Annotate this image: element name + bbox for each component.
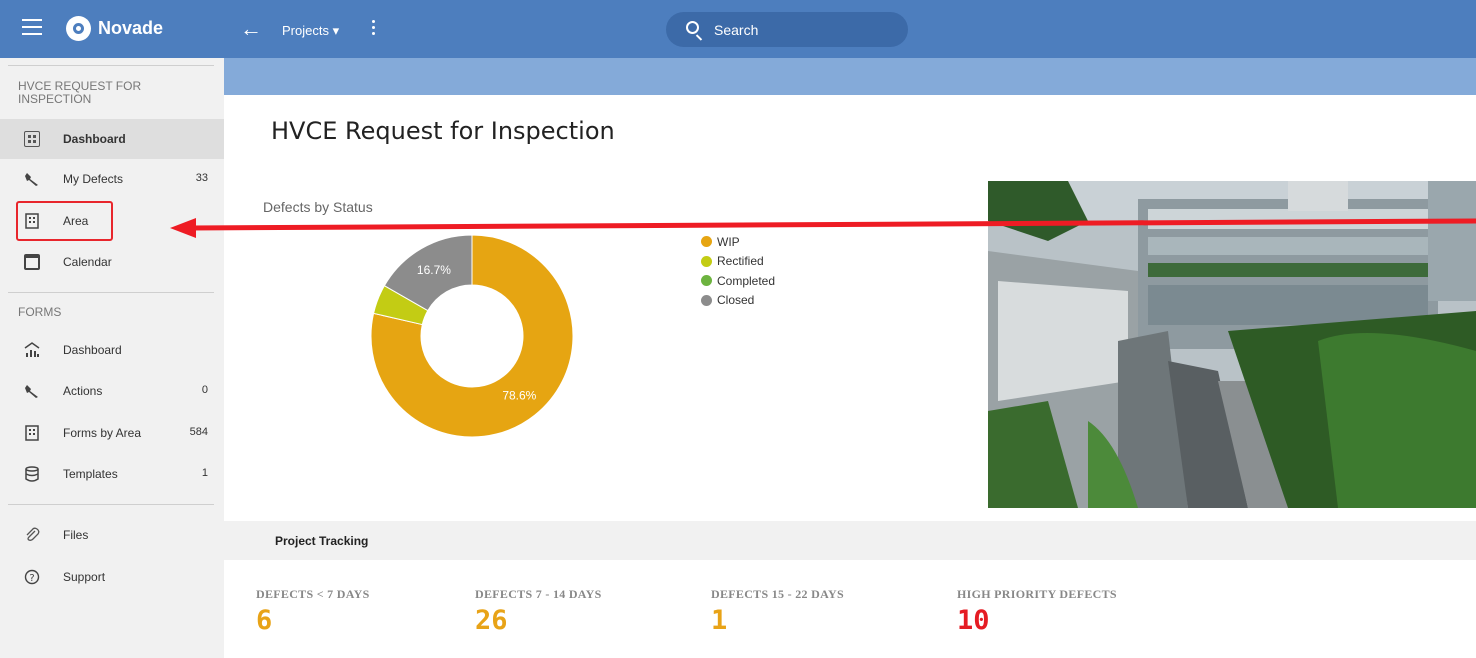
page-title: HVCE Request for Inspection bbox=[271, 117, 615, 145]
metric-defects-7-14-days[interactable]: DEFECTS 7 - 14 DAYS 26 bbox=[475, 587, 602, 636]
sidebar-divider bbox=[8, 292, 214, 293]
sidebar-item-label: Files bbox=[63, 528, 89, 542]
sidebar: HVCE REQUEST FOR INSPECTION Dashboard My… bbox=[0, 58, 224, 658]
sidebar-item-actions[interactable]: Actions 0 bbox=[0, 371, 224, 411]
sidebar-item-templates[interactable]: Templates 1 bbox=[0, 454, 224, 494]
svg-text:?: ? bbox=[29, 573, 34, 584]
paperclip-icon bbox=[24, 527, 40, 543]
sidebar-item-forms-by-area[interactable]: Forms by Area 584 bbox=[0, 413, 224, 453]
dashboard-grid-icon bbox=[24, 131, 40, 147]
back-arrow-icon[interactable]: ← bbox=[240, 18, 262, 40]
sidebar-item-label: Support bbox=[63, 570, 106, 584]
metric-value: 10 bbox=[957, 605, 990, 636]
pie-data-label: 78.6% bbox=[502, 388, 536, 402]
sidebar-item-my-defects[interactable]: My Defects 33 bbox=[0, 159, 224, 199]
sidebar-item-count: 1 bbox=[201, 467, 208, 479]
search-icon bbox=[686, 21, 699, 34]
chart-legend: WIP Rectified Completed Closed bbox=[701, 232, 775, 310]
legend-label: Rectified bbox=[717, 254, 764, 269]
wrench-icon bbox=[24, 171, 40, 187]
wrench-icon bbox=[24, 383, 40, 399]
sidebar-section-title: HVCE REQUEST FOR INSPECTION bbox=[18, 79, 142, 106]
search-input[interactable]: Search bbox=[666, 12, 908, 47]
metric-label: HIGH PRIORITY DEFECTS bbox=[957, 587, 1117, 601]
metric-value: 26 bbox=[475, 605, 508, 636]
app-logo[interactable]: Novade bbox=[66, 16, 163, 41]
sidebar-item-calendar[interactable]: Calendar bbox=[0, 242, 224, 282]
sidebar-item-label: Dashboard bbox=[63, 132, 126, 146]
calendar-icon bbox=[24, 254, 40, 270]
project-tracking-title: Project Tracking bbox=[275, 534, 369, 548]
menu-icon[interactable] bbox=[22, 19, 42, 35]
sidebar-item-label: Calendar bbox=[63, 255, 112, 269]
sidebar-item-label: Templates bbox=[63, 467, 118, 481]
metric-defects-15-22-days[interactable]: DEFECTS 15 - 22 DAYS 1 bbox=[711, 587, 844, 636]
sidebar-section-title: FORMS bbox=[18, 305, 62, 319]
top-bar: Novade ← Projects ▾ Search bbox=[0, 0, 1476, 58]
app-name: Novade bbox=[98, 18, 164, 38]
legend-item-closed[interactable]: Closed bbox=[701, 291, 775, 311]
sub-header-bar bbox=[224, 58, 1476, 95]
metric-label: DEFECTS 7 - 14 DAYS bbox=[475, 587, 602, 601]
sidebar-divider bbox=[8, 65, 214, 66]
metric-label: DEFECTS 15 - 22 DAYS bbox=[711, 587, 844, 601]
legend-swatch bbox=[701, 275, 712, 287]
sidebar-item-count: 33 bbox=[195, 172, 208, 184]
more-options-icon[interactable] bbox=[372, 20, 376, 38]
sidebar-item-label: Forms by Area bbox=[63, 426, 142, 440]
projects-dropdown[interactable]: Projects ▾ bbox=[282, 23, 339, 39]
sidebar-item-count: 584 bbox=[189, 426, 208, 438]
metric-value: 6 bbox=[256, 605, 273, 636]
metric-label: DEFECTS < 7 DAYS bbox=[256, 587, 370, 601]
project-tracking-header: Project Tracking bbox=[224, 521, 1476, 560]
donut-chart: 78.6% 16.7% bbox=[370, 234, 574, 438]
search-placeholder: Search bbox=[714, 22, 759, 38]
annotation-arrow bbox=[170, 218, 1476, 238]
metric-high-priority-defects[interactable]: HIGH PRIORITY DEFECTS 10 bbox=[957, 587, 1117, 636]
chart-dashboard-icon bbox=[24, 342, 40, 358]
legend-item-rectified[interactable]: Rectified bbox=[701, 252, 775, 272]
sidebar-item-count: 0 bbox=[201, 384, 208, 396]
sidebar-item-forms-dashboard[interactable]: Dashboard bbox=[0, 330, 224, 370]
sidebar-item-dashboard[interactable]: Dashboard bbox=[0, 119, 224, 159]
legend-item-completed[interactable]: Completed bbox=[701, 271, 775, 291]
legend-label: Completed bbox=[717, 273, 776, 288]
legend-swatch bbox=[701, 294, 712, 306]
metric-value: 1 bbox=[711, 605, 728, 636]
annotation-highlight-box bbox=[16, 201, 113, 241]
metric-defects-under-7-days[interactable]: DEFECTS < 7 DAYS 6 bbox=[256, 587, 370, 636]
sidebar-item-support[interactable]: ? Support bbox=[0, 557, 224, 597]
sidebar-item-files[interactable]: Files bbox=[0, 515, 224, 555]
legend-label: Closed bbox=[717, 293, 755, 308]
novade-logo-icon bbox=[66, 16, 91, 41]
building-icon bbox=[24, 425, 40, 441]
sidebar-item-label: Actions bbox=[63, 384, 103, 398]
sidebar-item-label: My Defects bbox=[63, 172, 124, 186]
sidebar-divider bbox=[8, 504, 214, 505]
legend-swatch bbox=[701, 255, 712, 267]
pie-data-label: 16.7% bbox=[417, 263, 451, 277]
database-icon bbox=[24, 466, 40, 482]
help-icon: ? bbox=[24, 569, 40, 585]
sidebar-item-label: Dashboard bbox=[63, 343, 122, 357]
